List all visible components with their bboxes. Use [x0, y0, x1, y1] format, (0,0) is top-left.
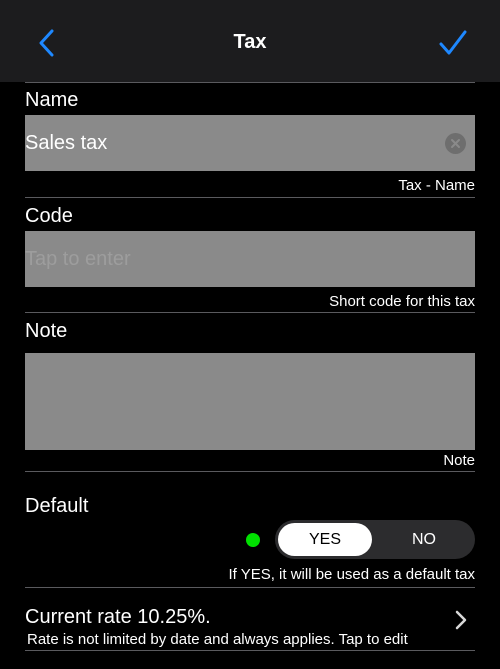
- page-title: Tax: [233, 31, 267, 53]
- clear-x-icon: [451, 139, 460, 148]
- clear-button[interactable]: [445, 133, 466, 154]
- current-rate-title[interactable]: Current rate 10.25%.: [25, 606, 211, 629]
- divider: [25, 587, 475, 588]
- status-indicator: [246, 533, 260, 547]
- divider: [25, 471, 475, 472]
- name-field-value: Sales tax: [25, 132, 108, 154]
- note-label: Note: [25, 320, 68, 342]
- default-label: Default: [25, 495, 89, 517]
- divider: [25, 82, 475, 83]
- name-label: Name: [25, 89, 79, 111]
- code-field[interactable]: Tap to enter: [25, 231, 475, 287]
- code-label: Code: [25, 205, 73, 227]
- name-field[interactable]: Sales tax: [25, 115, 475, 171]
- navigation-bar: Tax: [0, 0, 500, 82]
- default-hint: If YES, it will be used as a default tax: [228, 566, 475, 583]
- code-hint: Short code for this tax: [329, 293, 475, 310]
- name-hint: Tax - Name: [398, 177, 475, 194]
- current-rate-subtitle: Rate is not limited by date and always a…: [27, 631, 408, 648]
- save-button[interactable]: [434, 26, 472, 60]
- note-hint: Note: [443, 452, 475, 469]
- divider: [25, 650, 475, 651]
- rate-disclosure[interactable]: [452, 609, 470, 631]
- chevron-right-icon: [455, 610, 467, 630]
- divider: [25, 312, 475, 313]
- default-toggle[interactable]: YES NO: [275, 520, 475, 559]
- default-no-option[interactable]: NO: [375, 523, 473, 556]
- checkmark-icon: [439, 30, 467, 55]
- code-field-placeholder: Tap to enter: [25, 248, 131, 270]
- divider: [25, 197, 475, 198]
- note-field[interactable]: [25, 353, 475, 450]
- default-yes-option[interactable]: YES: [278, 523, 372, 556]
